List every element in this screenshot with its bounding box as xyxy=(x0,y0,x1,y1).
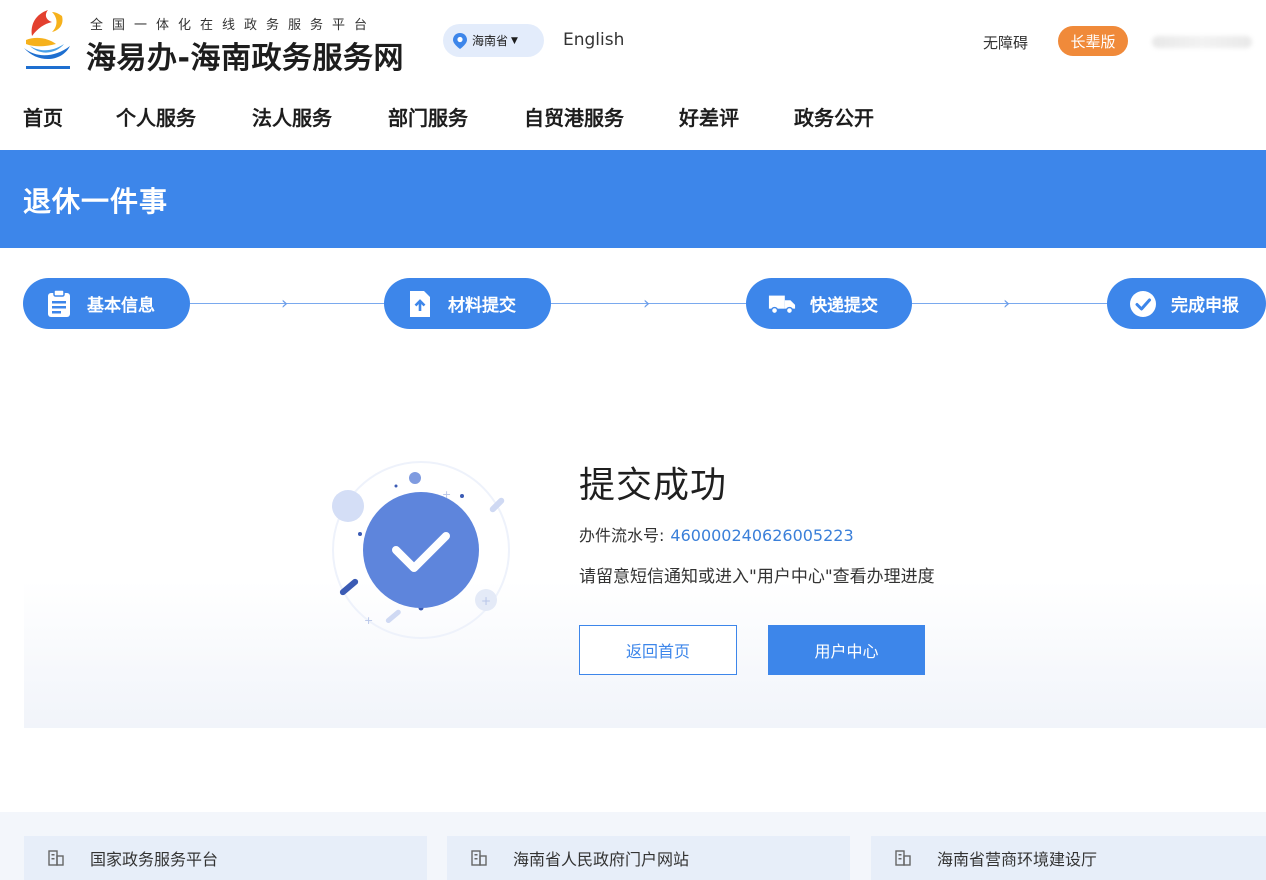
step-material-submit[interactable]: 材料提交 xyxy=(384,278,551,329)
progress-notice: 请留意短信通知或进入"用户中心"查看办理进度 xyxy=(579,567,935,587)
return-home-button[interactable]: 返回首页 xyxy=(579,625,737,675)
logo-icon[interactable] xyxy=(22,6,74,72)
site-subtitle: 全国一体化在线政务服务平台 xyxy=(90,18,377,33)
upload-file-icon xyxy=(406,290,434,318)
progress-steps: › › › 基本信息 材料提交 快递提交 完成申报 xyxy=(0,278,1266,330)
nav-item-reviews[interactable]: 好差评 xyxy=(679,102,739,131)
location-pin-icon xyxy=(453,32,467,49)
result-panel: + + + 提交成功 办件流水号: 460000240626005223 请留意短… xyxy=(24,400,1266,728)
check-circle-icon xyxy=(1129,290,1157,318)
step-label: 快递提交 xyxy=(810,296,878,316)
nav-item-gov-affairs[interactable]: 政务公开 xyxy=(794,102,874,131)
clipboard-icon xyxy=(45,289,73,318)
nav-item-departments[interactable]: 部门服务 xyxy=(388,102,468,131)
delivery-truck-icon xyxy=(768,290,796,318)
chevron-right-icon: › xyxy=(281,293,289,314)
step-label: 完成申报 xyxy=(1171,296,1239,316)
region-selector[interactable]: 海南省 ▼ xyxy=(443,24,544,57)
success-check-illustration: + + + xyxy=(332,461,510,639)
footer-link-label: 海南省营商环境建设厅 xyxy=(937,850,1098,869)
site-header: 全国一体化在线政务服务平台 海易办-海南政务服务网 海南省 ▼ English … xyxy=(0,0,1266,82)
english-link[interactable]: English xyxy=(563,30,624,50)
user-account-blurred[interactable] xyxy=(1152,36,1252,48)
building-icon xyxy=(895,850,911,866)
serial-number-label: 办件流水号: xyxy=(579,526,665,545)
svg-text:+: + xyxy=(364,614,373,627)
nav-item-home[interactable]: 首页 xyxy=(23,102,63,131)
footer-link-national-platform[interactable]: 国家政务服务平台 xyxy=(24,836,427,880)
chevron-right-icon: › xyxy=(643,293,651,314)
step-express-submit[interactable]: 快递提交 xyxy=(746,278,912,329)
building-icon xyxy=(48,850,64,866)
footer-link-business-environment[interactable]: 海南省营商环境建设厅 xyxy=(871,836,1266,880)
region-label: 海南省 xyxy=(472,34,509,48)
serial-number-value[interactable]: 460000240626005223 xyxy=(670,526,853,545)
user-center-button[interactable]: 用户中心 xyxy=(768,625,925,675)
main-nav: 首页 个人服务 法人服务 部门服务 自贸港服务 好差评 政务公开 xyxy=(0,98,1266,134)
serial-number-line: 办件流水号: 460000240626005223 xyxy=(579,522,854,546)
step-label: 材料提交 xyxy=(448,296,516,316)
svg-text:+: + xyxy=(481,594,491,608)
accessibility-link[interactable]: 无障碍 xyxy=(983,32,1028,53)
footer-link-label: 海南省人民政府门户网站 xyxy=(513,850,690,869)
caret-down-icon: ▼ xyxy=(511,35,518,46)
chevron-right-icon: › xyxy=(1003,293,1011,314)
footer-link-label: 国家政务服务平台 xyxy=(90,850,219,869)
step-complete[interactable]: 完成申报 xyxy=(1107,278,1266,329)
page-banner: 退休一件事 xyxy=(0,150,1266,248)
site-title[interactable]: 海易办-海南政务服务网 xyxy=(86,33,404,77)
page-title: 退休一件事 xyxy=(23,185,169,218)
nav-item-legal-person[interactable]: 法人服务 xyxy=(252,102,332,131)
nav-item-ftp-services[interactable]: 自贸港服务 xyxy=(524,102,624,131)
building-icon xyxy=(471,850,487,866)
step-label: 基本信息 xyxy=(87,296,155,316)
success-title: 提交成功 xyxy=(579,465,728,506)
footer-link-hainan-gov-portal[interactable]: 海南省人民政府门户网站 xyxy=(447,836,850,880)
nav-item-personal[interactable]: 个人服务 xyxy=(116,102,196,131)
step-basic-info[interactable]: 基本信息 xyxy=(23,278,190,329)
elder-mode-button[interactable]: 长辈版 xyxy=(1058,26,1128,56)
